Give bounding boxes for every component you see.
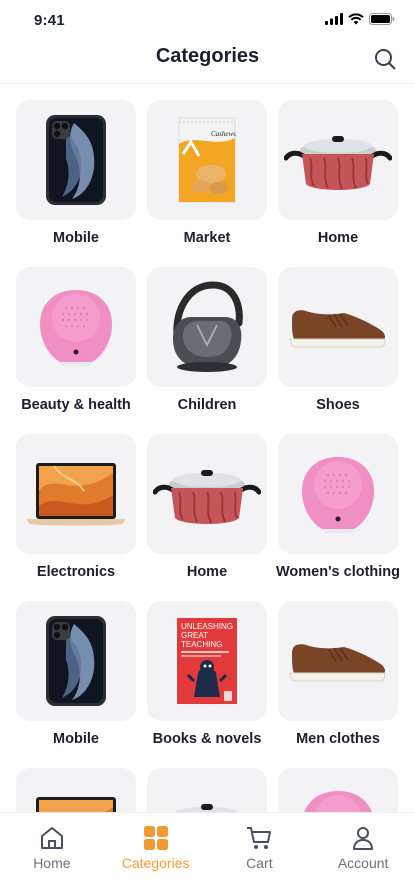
book-title-line: TEACHING [181, 640, 222, 649]
tab-account[interactable]: Account [311, 813, 415, 896]
search-icon [375, 49, 396, 70]
category-card-electronics[interactable]: Electronics [16, 434, 136, 601]
category-thumb: UNLEASHING GREAT TEACHING [147, 601, 267, 721]
category-card-home-2[interactable]: Home [147, 434, 267, 601]
category-thumb [16, 768, 136, 812]
category-label: Mobile [53, 230, 99, 246]
category-card-home[interactable]: Home [278, 100, 398, 267]
cooking-pot-image [284, 136, 392, 190]
tab-home-label: Home [33, 855, 71, 871]
shoe-image [289, 310, 386, 348]
category-label: Children [177, 397, 237, 413]
category-card-beauty[interactable]: Beauty & health [16, 267, 136, 434]
wifi-icon [348, 13, 364, 25]
snack-bag-image: Cashews [178, 117, 236, 203]
face-cleanser-image [40, 290, 112, 366]
category-label: Electronics [36, 564, 116, 580]
category-label: Market [183, 230, 231, 246]
category-label: Beauty & health [21, 397, 131, 413]
category-thumb [278, 267, 398, 387]
cooking-pot-image [153, 470, 261, 524]
category-thumb [16, 100, 136, 220]
book-title-line: UNLEASHING [181, 622, 233, 631]
bottom-tab-bar: Home Categories Cart Account [0, 812, 415, 896]
phone-image [46, 616, 106, 706]
category-thumb [278, 768, 398, 812]
book-image: UNLEASHING GREAT TEACHING [177, 618, 237, 704]
header: Categories [0, 38, 415, 84]
category-card-partial-1[interactable] [16, 768, 136, 812]
category-thumb [147, 768, 267, 812]
home-icon [40, 827, 63, 849]
category-card-mobile[interactable]: Mobile [16, 100, 136, 267]
tab-categories-label: Categories [121, 855, 190, 871]
category-thumb: Cashews [147, 100, 267, 220]
category-card-mobile-2[interactable]: Mobile [16, 601, 136, 768]
page-title: Categories [155, 45, 260, 67]
cart-icon [247, 827, 272, 849]
search-button[interactable] [373, 47, 397, 71]
category-thumb [147, 434, 267, 554]
category-thumb [16, 434, 136, 554]
category-label: Books & novels [152, 731, 262, 747]
category-label: Home [317, 230, 359, 246]
book-title-line: GREAT [181, 631, 208, 640]
category-card-books[interactable]: UNLEASHING GREAT TEACHING Books & novels [147, 601, 267, 768]
category-grid: Mobile Cashews Market Home Beauty & heal… [16, 100, 401, 812]
category-card-market[interactable]: Cashews Market [147, 100, 267, 267]
status-time: 9:41 [34, 12, 65, 29]
tab-cart[interactable]: Cart [208, 813, 312, 896]
category-card-children[interactable]: Children [147, 267, 267, 434]
tab-cart-label: Cart [246, 855, 273, 871]
category-card-shoes[interactable]: Shoes [278, 267, 398, 434]
category-label: Shoes [316, 397, 360, 413]
categories-grid-icon [143, 826, 168, 850]
category-label: Men clothes [296, 731, 380, 747]
category-thumb [16, 267, 136, 387]
category-thumb [278, 601, 398, 721]
snack-brand: Cashews [211, 130, 236, 138]
cooking-pot-image [174, 804, 240, 812]
face-cleanser-image [304, 791, 372, 812]
category-card-partial-2[interactable] [147, 768, 267, 812]
category-label: Mobile [53, 731, 99, 747]
category-thumb [16, 601, 136, 721]
category-list: Mobile Cashews Market Home Beauty & heal… [0, 84, 415, 812]
category-thumb [278, 100, 398, 220]
phone-image [46, 115, 106, 205]
category-label: Women's clothing [276, 564, 401, 580]
battery-icon [369, 13, 395, 25]
category-card-womens-clothing[interactable]: Women's clothing [276, 434, 401, 601]
category-thumb [147, 267, 267, 387]
tab-home[interactable]: Home [0, 813, 104, 896]
shoe-image [289, 644, 386, 682]
category-thumb [278, 434, 398, 554]
category-label: Home [186, 564, 228, 580]
tab-account-label: Account [337, 855, 389, 871]
category-card-men-clothes[interactable]: Men clothes [278, 601, 398, 768]
signal-icon [325, 13, 343, 25]
status-icons [325, 13, 395, 25]
tab-categories[interactable]: Categories [104, 813, 208, 896]
baby-car-seat-image [173, 281, 243, 372]
laptop-image [26, 463, 126, 526]
laptop-image [36, 797, 116, 812]
account-icon [353, 827, 374, 850]
category-card-partial-3[interactable] [278, 768, 398, 812]
face-cleanser-image [302, 457, 374, 533]
